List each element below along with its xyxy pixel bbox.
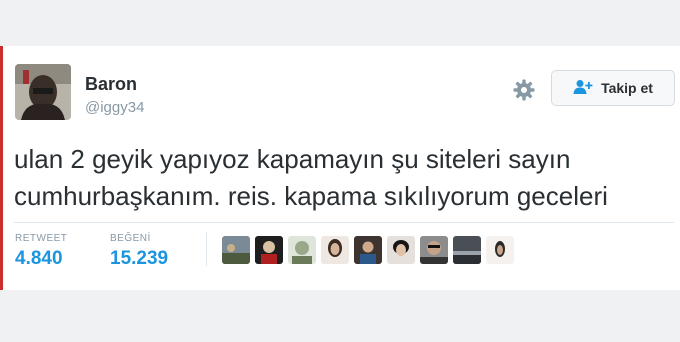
retweet-count[interactable]: 4.840 [15, 248, 63, 270]
liker-avatars [222, 236, 514, 264]
tweet-text: ulan 2 geyik yapıyoz kapamayın şu sitele… [14, 141, 674, 215]
retweet-label: RETWEET [15, 233, 68, 244]
stats-separator [206, 232, 207, 266]
liker-avatar-9[interactable] [486, 236, 514, 264]
author-handle[interactable]: @iggy34 [85, 99, 144, 116]
gear-icon[interactable] [512, 78, 536, 102]
liker-avatar-8[interactable] [453, 236, 481, 264]
liker-avatar-4[interactable] [321, 236, 349, 264]
liker-avatar-3[interactable] [288, 236, 316, 264]
like-count[interactable]: 15.239 [110, 248, 168, 270]
follow-button[interactable]: Takip et [551, 70, 675, 106]
liker-avatar-1[interactable] [222, 236, 250, 264]
add-user-icon [573, 79, 593, 98]
author-name[interactable]: Baron [85, 74, 137, 95]
liker-avatar-6[interactable] [387, 236, 415, 264]
like-label: BEĞENİ [110, 233, 151, 244]
liker-avatar-7[interactable] [420, 236, 448, 264]
tweet-text-line-2: cumhurbaşkanım. reis. kapama sıkılıyorum… [14, 181, 608, 211]
tweet-text-line-1: ulan 2 geyik yapıyoz kapamayın şu sitele… [14, 144, 571, 174]
top-background [0, 0, 680, 46]
liker-avatar-2[interactable] [255, 236, 283, 264]
follow-button-label: Takip et [601, 80, 653, 96]
bottom-background [0, 290, 680, 342]
author-avatar[interactable] [15, 64, 71, 120]
divider-top [14, 222, 674, 223]
left-edge-accent [0, 46, 3, 290]
liker-avatar-5[interactable] [354, 236, 382, 264]
